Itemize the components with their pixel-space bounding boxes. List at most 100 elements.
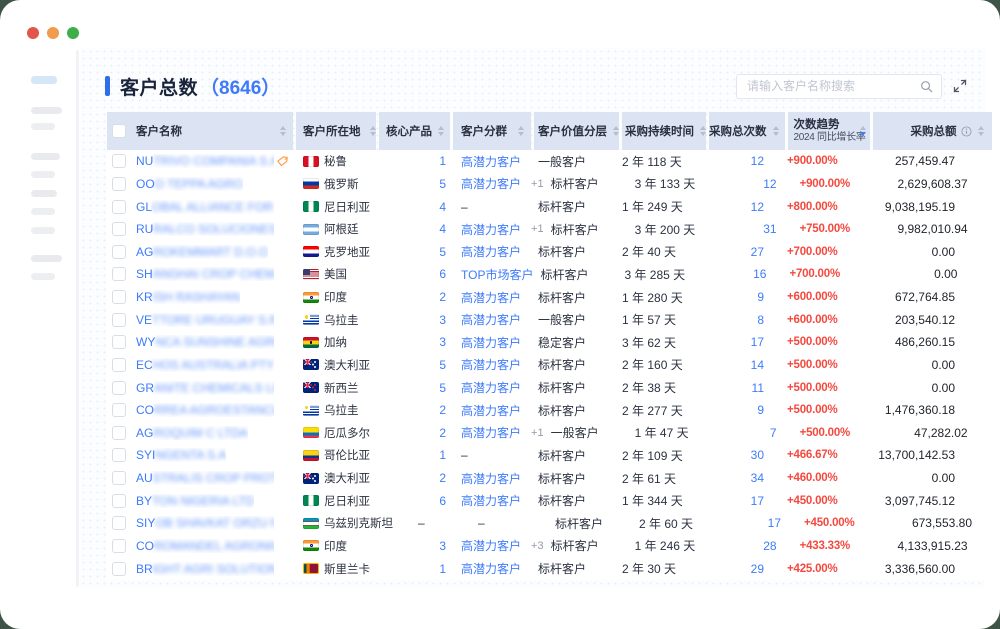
close-button[interactable] <box>27 27 39 39</box>
col-header-amount[interactable]: 采购总额 <box>873 112 992 150</box>
customer-name-link[interactable]: AGROKEMMART D.O.O <box>136 245 268 259</box>
purchase-count[interactable]: 12 <box>751 154 764 168</box>
sidebar-item-active[interactable] <box>31 76 57 84</box>
col-header-trend[interactable]: 次数趋势2024 同比增长率 <box>788 112 870 150</box>
purchase-count[interactable]: 29 <box>751 562 764 576</box>
customer-name-link[interactable]: GRANITE CHEMICALS LIMITED <box>136 381 274 395</box>
sidebar-item-skeleton[interactable] <box>31 171 55 178</box>
segment-link[interactable]: 高潜力客户 <box>461 334 521 351</box>
row-checkbox[interactable] <box>112 516 126 530</box>
fullscreen-button[interactable] <box>67 27 79 39</box>
segment-link[interactable]: 高潜力客户 <box>461 289 521 306</box>
row-checkbox[interactable] <box>112 381 126 395</box>
core-product-count[interactable]: 6 <box>439 494 446 508</box>
customer-name-link[interactable]: KRISH RASHAYAN <box>136 290 240 304</box>
customer-name-link[interactable]: SIYOB SHAVKAT ORZU FERMERX... <box>136 516 274 530</box>
customer-name-link[interactable]: NUTRIVO COMPANIA S.A.C <box>136 154 274 168</box>
purchase-count[interactable]: 14 <box>751 358 764 372</box>
purchase-count[interactable]: 8 <box>757 313 764 327</box>
select-all-checkbox[interactable] <box>112 124 126 138</box>
purchase-count[interactable]: 34 <box>751 471 764 485</box>
customer-name-link[interactable]: SYINGENTA S.A <box>136 448 226 462</box>
core-product-count[interactable]: 2 <box>439 471 446 485</box>
customer-name-link[interactable]: COROMANDEL AGRONICA PRIVATE ... <box>136 539 274 553</box>
col-header-products[interactable]: 核心产品 <box>379 112 450 150</box>
row-checkbox[interactable] <box>112 154 126 168</box>
segment-link[interactable]: 高潜力客户 <box>461 492 521 509</box>
segment-link[interactable]: 高潜力客户 <box>461 243 521 260</box>
customer-name-link[interactable]: CORREA AGROESTANCIA AGROR... <box>136 403 274 417</box>
purchase-count[interactable]: 27 <box>751 245 764 259</box>
col-header-purchases[interactable]: 采购总次数 <box>709 112 785 150</box>
customer-name-link[interactable]: RURALCO SOLUCIONES S.A <box>136 222 274 236</box>
row-checkbox[interactable] <box>112 539 126 553</box>
purchase-count[interactable]: 30 <box>751 448 764 462</box>
segment-link[interactable]: 高潜力客户 <box>461 402 521 419</box>
purchase-count[interactable]: 16 <box>753 267 766 281</box>
segment-link[interactable]: 高潜力客户 <box>461 311 521 328</box>
core-product-count[interactable]: 4 <box>439 200 446 214</box>
row-checkbox[interactable] <box>112 403 126 417</box>
row-checkbox[interactable] <box>112 313 126 327</box>
core-product-count[interactable]: 2 <box>439 403 446 417</box>
core-product-count[interactable]: 5 <box>439 177 446 191</box>
segment-link[interactable]: 高潜力客户 <box>461 560 521 577</box>
purchase-count[interactable]: 9 <box>757 290 764 304</box>
core-product-count[interactable]: 5 <box>439 245 446 259</box>
sidebar-item-skeleton[interactable] <box>31 107 62 114</box>
customer-name-link[interactable]: SHANGHAI CROP CHEM <box>136 267 274 281</box>
customer-name-link[interactable]: VETTORE URUGUAY S.R.L <box>136 313 274 327</box>
row-checkbox[interactable] <box>112 358 126 372</box>
core-product-count[interactable]: 6 <box>439 267 446 281</box>
row-checkbox[interactable] <box>112 222 126 236</box>
customer-name-link[interactable]: ECHOS AUSTRALIA PTY LIMITED <box>136 358 274 372</box>
sidebar-item-skeleton[interactable] <box>31 255 62 262</box>
fullscreen-icon[interactable] <box>953 79 967 93</box>
sidebar-item-skeleton[interactable] <box>31 123 55 130</box>
customer-name-link[interactable]: BRIGHT AGRI SOLUTIONS PVT LTD <box>136 562 274 576</box>
segment-link[interactable]: 高潜力客户 <box>461 221 521 238</box>
col-header-name[interactable]: 客户名称 <box>107 112 293 150</box>
core-product-count[interactable]: 4 <box>439 222 446 236</box>
core-product-count[interactable]: 1 <box>439 562 446 576</box>
sidebar-item-skeleton[interactable] <box>31 273 55 280</box>
core-product-count[interactable]: 3 <box>439 335 446 349</box>
customer-name-link[interactable]: AUSTRALIS CROP PROTECTIONP... <box>136 471 274 485</box>
sidebar-item-skeleton[interactable] <box>31 190 57 197</box>
row-checkbox[interactable] <box>112 562 126 576</box>
purchase-count[interactable]: 17 <box>768 516 781 530</box>
row-checkbox[interactable] <box>112 290 126 304</box>
segment-link[interactable]: 高潜力客户 <box>461 470 521 487</box>
purchase-count[interactable]: 12 <box>763 177 776 191</box>
core-product-count[interactable]: 5 <box>439 358 446 372</box>
purchase-count[interactable]: 12 <box>751 200 764 214</box>
segment-link[interactable]: 高潜力客户 <box>461 175 521 192</box>
row-checkbox[interactable] <box>112 448 126 462</box>
core-product-count[interactable]: 3 <box>439 313 446 327</box>
purchase-count[interactable]: 17 <box>751 494 764 508</box>
row-checkbox[interactable] <box>112 426 126 440</box>
row-checkbox[interactable] <box>112 335 126 349</box>
core-product-count[interactable]: 1 <box>439 448 446 462</box>
customer-name-link[interactable]: WYNCA SUNSHINE AGRO PRODU... <box>136 335 274 349</box>
search-icon[interactable] <box>920 80 933 93</box>
purchase-count[interactable]: 31 <box>763 222 776 236</box>
sidebar-item-skeleton[interactable] <box>31 153 60 160</box>
col-header-segment[interactable]: 客户分群 <box>453 112 531 150</box>
customer-name-link[interactable]: BYTON NIGERIA LTD <box>136 494 254 508</box>
customer-name-link[interactable]: OOO TEPPA AGRO <box>136 177 243 191</box>
col-header-duration[interactable]: 采购持续时间 <box>622 112 706 150</box>
segment-link[interactable]: 高潜力客户 <box>461 356 521 373</box>
row-checkbox[interactable] <box>112 245 126 259</box>
sidebar-item-skeleton[interactable] <box>31 208 55 215</box>
customer-name-link[interactable]: AGROQUIM C LTDA <box>136 426 248 440</box>
row-checkbox[interactable] <box>112 471 126 485</box>
core-product-count[interactable]: 2 <box>439 290 446 304</box>
row-checkbox[interactable] <box>112 177 126 191</box>
search-box[interactable] <box>736 74 942 99</box>
segment-link[interactable]: 高潜力客户 <box>461 379 521 396</box>
search-input[interactable] <box>745 78 920 94</box>
row-checkbox[interactable] <box>112 494 126 508</box>
segment-link[interactable]: 高潜力客户 <box>461 153 521 170</box>
row-checkbox[interactable] <box>112 200 126 214</box>
